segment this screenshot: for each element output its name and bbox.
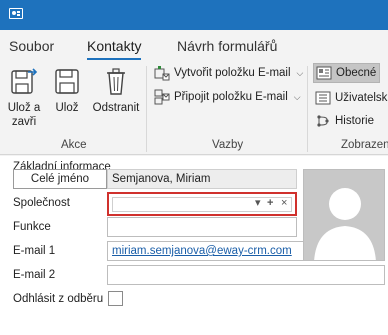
title-bar xyxy=(0,0,388,30)
trash-icon xyxy=(107,68,125,95)
view-history-button[interactable]: Historie xyxy=(315,111,374,131)
create-email-label: Vytvořit položku E-mail xyxy=(174,67,291,79)
group-label-akce: Akce xyxy=(61,139,87,151)
view-user-button[interactable]: Uživatelsk xyxy=(315,88,387,108)
general-view-icon xyxy=(316,66,332,80)
contact-photo[interactable] xyxy=(303,169,385,261)
view-history-label: Historie xyxy=(335,115,374,127)
function-label: Funkce xyxy=(13,221,51,233)
group-separator xyxy=(146,66,147,152)
view-general-label: Obecné xyxy=(336,67,377,79)
create-email-button[interactable]: Vytvořit položku E-mail ⌵ xyxy=(154,63,303,83)
company-label: Společnost xyxy=(13,197,70,209)
group-separator xyxy=(307,66,308,152)
save-close-icon xyxy=(11,68,38,94)
company-input[interactable] xyxy=(112,197,292,212)
user-view-icon xyxy=(315,91,331,105)
delete-label: Odstranit xyxy=(92,102,140,114)
save-button[interactable]: Ulož xyxy=(50,65,84,115)
company-field-highlight: ▾ + × xyxy=(107,192,297,216)
clear-icon[interactable]: × xyxy=(281,196,287,210)
email2-label: E-mail 2 xyxy=(13,269,56,281)
group-label-zobrazeni: Zobrazen xyxy=(341,139,388,151)
save-close-label-line1: Ulož a xyxy=(7,102,41,114)
email2-field[interactable] xyxy=(107,265,385,285)
attach-email-label: Připojit položku E-mail xyxy=(174,91,288,103)
contact-card-icon xyxy=(9,8,23,19)
form-fields: Celé jméno Semjanova, Miriam Společnost … xyxy=(0,164,388,334)
fullname-field[interactable]: Semjanova, Miriam xyxy=(107,169,297,189)
delete-button[interactable]: Odstranit xyxy=(90,65,142,115)
history-icon xyxy=(317,115,329,127)
chevron-down-icon[interactable]: ⌵ xyxy=(297,68,304,79)
dropdown-icon[interactable]: ▾ xyxy=(255,196,261,210)
unsubscribe-label: Odhlásit z odběru xyxy=(13,293,104,305)
tab-soubor[interactable]: Soubor xyxy=(9,38,54,54)
avatar-placeholder-icon xyxy=(314,188,376,260)
email1-link[interactable]: miriam.semjanova@eway-crm.com xyxy=(112,245,292,257)
chevron-down-icon[interactable]: ⌵ xyxy=(294,92,301,103)
email1-label: E-mail 1 xyxy=(13,245,56,257)
attach-email-icon xyxy=(154,89,170,105)
contact-form: Základní informace Celé jméno Semjanova,… xyxy=(0,156,388,335)
add-icon[interactable]: + xyxy=(267,196,273,210)
unsubscribe-checkbox[interactable] xyxy=(108,291,123,306)
tab-navrh-formularu[interactable]: Návrh formulářů xyxy=(177,38,277,54)
view-user-label: Uživatelsk xyxy=(335,92,388,104)
attach-email-button[interactable]: Připojit položku E-mail ⌵ xyxy=(154,87,301,107)
create-email-icon xyxy=(154,66,170,81)
save-close-label-line2: zavři xyxy=(11,116,37,128)
fullname-button[interactable]: Celé jméno xyxy=(13,169,107,189)
ribbon-tabs: Soubor Kontakty Návrh formulářů xyxy=(0,30,388,60)
view-general-button[interactable]: Obecné xyxy=(313,63,381,83)
group-label-vazby: Vazby xyxy=(212,139,244,151)
save-label: Ulož xyxy=(55,102,79,114)
function-field[interactable] xyxy=(107,217,297,237)
tab-kontakty[interactable]: Kontakty xyxy=(87,38,142,60)
save-close-button[interactable]: Ulož a zavři xyxy=(4,65,44,129)
ribbon: Ulož a zavři Ulož Odstranit Akce Vytvoři… xyxy=(0,60,388,155)
save-icon xyxy=(55,69,79,94)
